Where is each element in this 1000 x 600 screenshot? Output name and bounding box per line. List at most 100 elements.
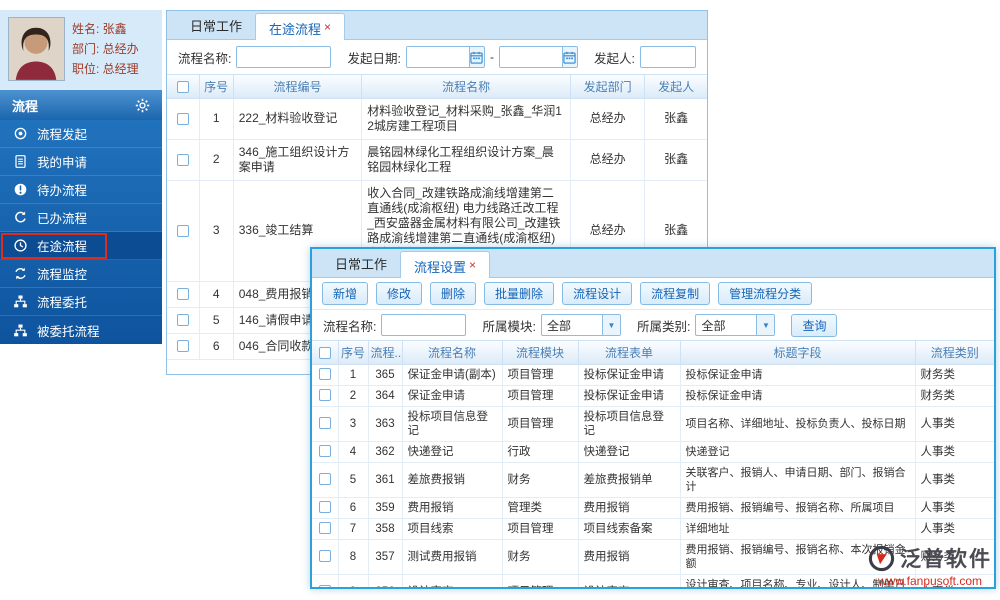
toolbar-button-7[interactable]: 管理流程分类 [718,282,813,305]
query-button[interactable]: 查询 [791,313,838,337]
cell-category: 财务类 [914,384,994,407]
row-checkbox[interactable] [318,389,331,402]
row-checkbox[interactable] [176,112,189,125]
toolbar-button-2[interactable]: 修改 [376,282,423,305]
cell-title: 投标保证金申请 [679,363,916,386]
cell-title: 费用报销、报销编号、报销名称、所属项目 [679,496,916,519]
toolbar-button-1[interactable]: 新增 [322,282,369,305]
column-header-5[interactable]: 流程表单 [577,341,681,365]
chevron-down-icon[interactable]: ▼ [756,315,775,335]
module-select-value: 全部 [546,318,571,333]
row-checkbox[interactable] [318,445,331,458]
cell-code: 222_材料验收登记 [232,97,363,140]
brand-logo-icon [868,545,895,572]
calendar-icon[interactable] [561,47,577,67]
cell-category: 人事类 [914,461,994,498]
cell-code: 359 [367,496,403,519]
tab-process-settings[interactable]: 流程设置 × [400,251,491,278]
select-all-checkbox[interactable] [318,347,331,360]
sidebar-item-6[interactable]: 流程监控 [0,260,162,288]
cell-module: 项目管理 [501,405,579,442]
sidebar-item-7[interactable]: 流程委托 [0,288,162,316]
sidebar-item-4[interactable]: 已办流程 [0,204,162,232]
sidebar-item-2[interactable]: 我的申请 [0,148,162,176]
row-checkbox[interactable] [176,153,189,166]
column-header-7[interactable]: 流程类别 [914,341,994,365]
sidebar: 姓名: 张鑫 部门: 总经办 职位: 总经理 流程 流程发起 我的申请 待办流程 已办… [0,10,162,344]
column-header-4[interactable]: 发起部门 [569,75,646,99]
column-header-4[interactable]: 流程模块 [501,341,579,365]
module-select[interactable]: 全部 ▼ [540,314,621,336]
process-name-input[interactable] [236,46,332,68]
tab-in-transit[interactable]: 在途流程 × [255,13,346,40]
row-checkbox[interactable] [318,473,331,486]
tab-daily-work[interactable]: 日常工作 [322,252,400,277]
toolbar-button-5[interactable]: 流程设计 [562,282,633,305]
sidebar-item-label: 流程委托 [37,296,88,310]
toolbar-button-6[interactable]: 流程复制 [640,282,711,305]
filter-module-label: 所属模块: [482,319,536,334]
row-checkbox[interactable] [318,417,331,430]
sidebar-item-3[interactable]: 待办流程 [0,176,162,204]
column-header-6[interactable]: 标题字段 [679,341,916,365]
initiator-input[interactable] [639,46,696,68]
table-row: 3 363 投标项目信息登记 项目管理 投标项目信息登记 项目名称、详细地址、投标负责人、… [312,405,994,442]
row-checkbox[interactable] [176,340,189,353]
calendar-icon[interactable] [468,47,484,67]
column-header-3[interactable]: 流程名称 [401,341,503,365]
row-checkbox[interactable] [318,585,331,587]
column-header-2[interactable]: 流程编号 [232,75,363,99]
row-checkbox[interactable] [318,368,331,381]
cell-no: 2 [198,138,234,181]
cell-category: 人事类 [914,496,994,519]
cell-form: 投标保证金申请 [577,384,681,407]
app-root: 姓名: 张鑫 部门: 总经办 职位: 总经理 流程 流程发起 我的申请 待办流程 已办… [0,0,1000,600]
column-header-5[interactable]: 发起人 [644,75,707,99]
sidebar-item-5[interactable]: 在途流程 [0,232,162,260]
cell-no: 6 [337,496,369,519]
cell-category: 人事类 [914,440,994,463]
tab-label: 日常工作 [335,257,388,272]
cell-name: 保证金申请(副本) [401,363,503,386]
close-icon[interactable]: × [469,258,476,272]
cell-form: 费用报销 [577,538,681,575]
row-checkbox[interactable] [318,550,331,563]
window-process-settings: 日常工作 流程设置 × 新增 修改 删除 批量删除 流程设计 流程复制 管理流程分类 流程名称… [310,247,996,589]
date-from-field[interactable] [406,47,469,67]
document-icon [13,154,28,169]
date-to-field[interactable] [499,47,562,67]
toolbar-button-3[interactable]: 删除 [430,282,477,305]
close-icon[interactable]: × [324,20,331,34]
sync-icon [13,266,28,281]
column-header-1[interactable]: 序号 [337,341,369,365]
row-checkbox[interactable] [176,288,189,301]
cell-no: 9 [337,573,369,587]
table-row: 4 362 快递登记 行政 快递登记 快递登记 人事类 [312,440,994,463]
category-select[interactable]: 全部 ▼ [695,314,776,336]
row-checkbox[interactable] [318,522,331,535]
row-checkbox[interactable] [318,501,331,514]
tab-daily-work[interactable]: 日常工作 [177,14,255,39]
column-header-2[interactable]: 流程... [367,341,403,365]
broadcast-icon [13,126,28,141]
select-all-checkbox[interactable] [176,81,189,94]
category-select-value: 全部 [701,318,726,333]
column-header-3[interactable]: 流程名称 [361,75,571,99]
row-checkbox[interactable] [176,314,189,327]
sidebar-item-1[interactable]: 流程发起 [0,120,162,148]
cell-form: 项目线索备案 [577,517,681,540]
tab-label: 在途流程 [269,22,322,37]
cell-code: 365 [367,363,403,386]
sidebar-item-8[interactable]: 被委托流程 [0,316,162,344]
column-header-1[interactable]: 序号 [198,75,234,99]
date-to-input[interactable] [498,46,578,68]
cell-name: 项目线索 [401,517,503,540]
row-checkbox[interactable] [176,224,189,237]
process-name-input[interactable] [381,314,467,336]
toolbar-button-4[interactable]: 批量删除 [484,282,555,305]
date-from-input[interactable] [405,46,485,68]
chevron-down-icon[interactable]: ▼ [601,315,620,335]
cell-name: 材料验收登记_材料采购_张鑫_华润12城房建工程项目 [361,97,571,140]
cell-module: 项目管理 [501,517,579,540]
gear-icon[interactable] [135,98,150,113]
